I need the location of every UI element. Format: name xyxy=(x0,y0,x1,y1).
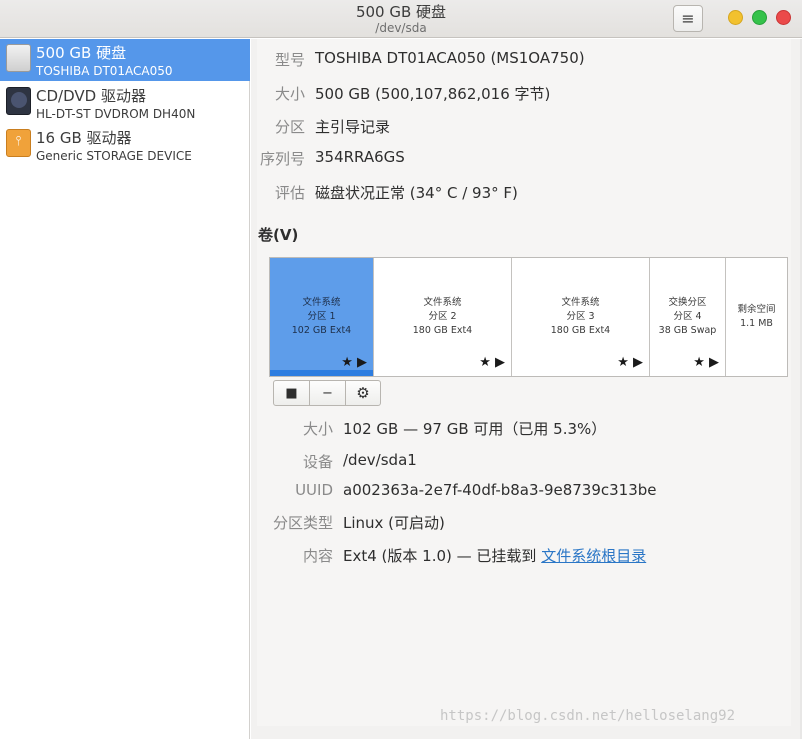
disk-assessment-label: 评估 xyxy=(274,184,305,202)
stop-icon: ■ xyxy=(285,385,298,401)
disk-assessment-value: 磁盘状况正常 (34° C / 93° F) xyxy=(315,184,518,202)
volume-type-label: 分区类型 xyxy=(272,514,333,532)
maximize-button[interactable] xyxy=(752,10,767,25)
volume-contents-label: 内容 xyxy=(302,547,333,565)
drive-name: 16 GB 驱动器 xyxy=(36,129,132,147)
disk-partitioning-value: 主引导记录 xyxy=(315,118,391,136)
partition-map: 文件系统分区 1 102 GB Ext4 ★ ▶ 文件系统分区 2 180 GB E… xyxy=(269,257,788,377)
drive-name: CD/DVD 驱动器 xyxy=(36,87,146,105)
volume-uuid-value: a002363a-2e7f-40df-b8a3-9e8739c313be xyxy=(343,481,657,499)
close-button[interactable] xyxy=(776,10,791,25)
disk-size-label: 大小 xyxy=(274,85,305,103)
partition-number: 分区 2 xyxy=(428,311,457,322)
mounted-play-icon: ★ ▶ xyxy=(693,355,719,370)
drive-list-sidebar: 500 GB 硬盘 TOSHIBA DT01ACA050 CD/DVD 驱动器 … xyxy=(0,39,250,739)
partition-number: 分区 1 xyxy=(307,311,336,322)
disk-model-label: 型号 xyxy=(274,51,305,69)
disk-partitioning-label: 分区 xyxy=(274,118,305,136)
partition-segment-3[interactable]: 文件系统分区 3 180 GB Ext4 ★ ▶ xyxy=(512,258,650,376)
sidebar-item-500gb-disk[interactable]: 500 GB 硬盘 TOSHIBA DT01ACA050 xyxy=(0,39,250,81)
usb-drive-icon: ⫯ xyxy=(6,129,31,157)
volumes-heading: 卷(V) xyxy=(258,226,299,244)
partition-size: 180 GB Ext4 xyxy=(412,325,473,336)
unmount-button[interactable]: ■ xyxy=(273,380,310,406)
hdd-icon xyxy=(6,44,31,72)
drive-model: Generic STORAGE DEVICE xyxy=(36,149,192,163)
partition-segment-2[interactable]: 文件系统分区 2 180 GB Ext4 ★ ▶ xyxy=(374,258,512,376)
partition-settings-button[interactable]: ⚙ xyxy=(345,380,381,406)
partition-size: 102 GB Ext4 xyxy=(291,325,352,336)
disk-size-value: 500 GB (500,107,862,016 字节) xyxy=(315,85,551,103)
partition-number: 分区 4 xyxy=(673,311,702,322)
partition-type: 文件系统 xyxy=(561,297,600,308)
free-space-label: 剩余空间 xyxy=(737,304,776,315)
title-bar: 500 GB 硬盘 /dev/sda ≡ xyxy=(0,0,802,38)
minus-icon: − xyxy=(322,385,333,401)
gear-icon: ⚙ xyxy=(356,384,370,402)
disk-details-pane: 型号 TOSHIBA DT01ACA050 (MS1OA750) 大小 500 … xyxy=(251,39,802,739)
volume-type-value: Linux (可启动) xyxy=(343,514,445,532)
partition-type: 文件系统 xyxy=(423,297,462,308)
free-space-size: 1.1 MB xyxy=(740,318,773,329)
volume-device-label: 设备 xyxy=(302,453,333,471)
partition-segment-1[interactable]: 文件系统分区 1 102 GB Ext4 ★ ▶ xyxy=(270,258,374,376)
partition-type: 交换分区 xyxy=(668,297,707,308)
minimize-button[interactable] xyxy=(728,10,743,25)
volume-size-label: 大小 xyxy=(302,420,333,438)
volume-device-value: /dev/sda1 xyxy=(343,451,417,469)
drive-name: 500 GB 硬盘 xyxy=(36,44,127,62)
optical-drive-icon xyxy=(6,87,31,115)
volume-uuid-label: UUID xyxy=(295,481,333,499)
mounted-play-icon: ★ ▶ xyxy=(479,355,505,370)
selection-indicator xyxy=(270,370,373,376)
hamburger-menu-icon: ≡ xyxy=(681,9,695,28)
sidebar-item-16gb-drive[interactable]: ⫯ 16 GB 驱动器 Generic STORAGE DEVICE xyxy=(0,124,250,166)
mounted-play-icon: ★ ▶ xyxy=(341,355,367,370)
free-space-segment[interactable]: 剩余空间 1.1 MB xyxy=(726,258,787,376)
partition-segment-4[interactable]: 交换分区分区 4 38 GB Swap ★ ▶ xyxy=(650,258,726,376)
drive-model: HL-DT-ST DVDROM DH40N xyxy=(36,107,196,121)
disk-model-value: TOSHIBA DT01ACA050 (MS1OA750) xyxy=(315,49,585,67)
partition-size: 38 GB Swap xyxy=(658,325,717,336)
watermark: https://blog.csdn.net/helloselang92 xyxy=(440,708,736,724)
mounted-play-icon: ★ ▶ xyxy=(617,355,643,370)
sidebar-item-cd-dvd-drive[interactable]: CD/DVD 驱动器 HL-DT-ST DVDROM DH40N xyxy=(0,82,250,124)
disk-serial-label: 序列号 xyxy=(259,150,305,168)
partition-size: 180 GB Ext4 xyxy=(550,325,611,336)
partition-number: 分区 3 xyxy=(566,311,595,322)
disk-serial-value: 354RRA6GS xyxy=(315,148,405,166)
filesystem-root-link[interactable]: 文件系统根目录 xyxy=(541,547,646,565)
menu-button[interactable]: ≡ xyxy=(673,5,703,32)
drive-model: TOSHIBA DT01ACA050 xyxy=(36,64,173,78)
partition-type: 文件系统 xyxy=(302,297,341,308)
delete-partition-button[interactable]: − xyxy=(309,380,346,406)
volume-contents-value: Ext4 (版本 1.0) — 已挂载到 xyxy=(343,547,542,565)
volume-size-value: 102 GB — 97 GB 可用（已用 5.3%） xyxy=(343,420,607,438)
